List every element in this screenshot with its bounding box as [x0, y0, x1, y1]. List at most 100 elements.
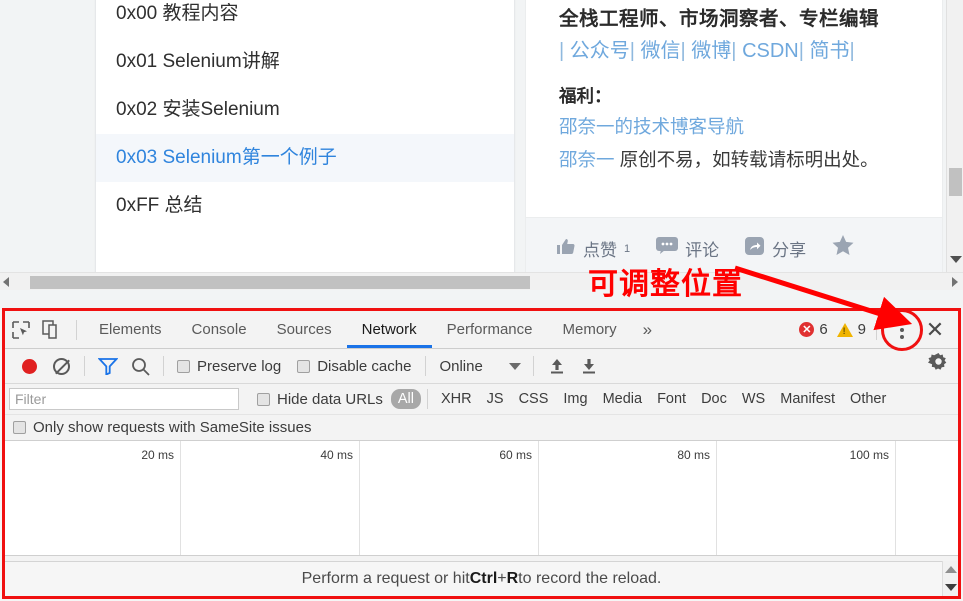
tab-performance[interactable]: Performance — [432, 311, 548, 348]
network-filter-row: Filter Hide data URLs All XHR JS CSS Img… — [5, 384, 958, 415]
resource-type-img[interactable]: Img — [556, 389, 594, 409]
warning-badge[interactable]: 9 — [836, 321, 866, 338]
annotation-highlight-circle — [881, 311, 923, 351]
comment-label: 评论 — [685, 241, 720, 260]
link-csdn[interactable]: CSDN — [742, 40, 799, 62]
preserve-log-label: Preserve log — [197, 357, 282, 375]
import-har-button[interactable] — [541, 351, 573, 381]
more-tabs-icon[interactable]: » — [632, 311, 663, 348]
scroll-up-arrow-icon[interactable] — [944, 566, 957, 574]
error-badge[interactable]: ✕ 6 — [799, 321, 828, 338]
comment-icon — [656, 237, 679, 260]
copyright-line: 邵奈一 原创不易，如转载请标明出处。 — [559, 143, 928, 176]
checkbox-box — [257, 392, 270, 406]
resource-type-js[interactable]: JS — [480, 389, 511, 409]
timeline-tick-label: 60 ms — [499, 448, 532, 462]
devtools-tabbar: Elements Console Sources Network Perform… — [5, 311, 958, 351]
resource-type-manifest[interactable]: Manifest — [773, 389, 842, 409]
filter-toggle-button[interactable] — [92, 351, 124, 381]
toolbar-divider — [76, 319, 77, 340]
resource-type-css[interactable]: CSS — [512, 389, 556, 409]
inspect-element-icon[interactable] — [5, 315, 37, 345]
resource-type-all[interactable]: All — [390, 389, 422, 409]
tab-elements[interactable]: Elements — [84, 311, 177, 348]
search-button[interactable] — [124, 351, 156, 381]
upload-icon — [550, 359, 563, 374]
scroll-left-arrow-icon[interactable] — [3, 277, 9, 287]
samesite-checkbox[interactable]: Only show requests with SameSite issues — [13, 419, 311, 436]
devtools-more-options-button[interactable] — [881, 311, 923, 351]
link-weibo[interactable]: 微博 — [691, 40, 731, 62]
resource-type-other[interactable]: Other — [843, 389, 893, 409]
page-vertical-scrollbar[interactable] — [946, 0, 963, 290]
welfare-label: 福利： — [559, 86, 612, 106]
star-icon — [832, 235, 854, 262]
link-weixin[interactable]: 微信 — [641, 40, 681, 62]
timeline-tick-label: 100 ms — [849, 448, 889, 462]
link-jianshu[interactable]: 简书 — [810, 40, 850, 62]
resource-type-doc[interactable]: Doc — [694, 389, 734, 409]
toolbar-divider — [876, 319, 877, 340]
resource-type-media[interactable]: Media — [596, 389, 650, 409]
link-separator: | — [629, 40, 635, 62]
toolbar-divider — [425, 356, 427, 376]
web-page-content: 0x00 教程内容 0x01 Selenium讲解 0x02 安装Seleniu… — [0, 0, 963, 308]
page-vertical-scrollbar-thumb[interactable] — [949, 168, 962, 196]
like-button[interactable]: 点赞 1 — [556, 236, 630, 261]
tab-network[interactable]: Network — [346, 311, 432, 348]
screenshot-root: 0x00 教程内容 0x01 Selenium讲解 0x02 安装Seleniu… — [0, 0, 963, 601]
resource-type-font[interactable]: Font — [650, 389, 693, 409]
hide-data-urls-label: Hide data URLs — [277, 390, 383, 408]
link-separator: | — [559, 40, 565, 62]
thumbs-up-icon — [556, 237, 576, 261]
preserve-log-checkbox[interactable]: Preserve log — [177, 358, 281, 375]
filter-icon — [98, 358, 118, 375]
scroll-right-arrow-icon[interactable] — [952, 277, 958, 287]
share-button[interactable]: 分享 — [745, 236, 806, 262]
toc-item[interactable]: 0x01 Selenium讲解 — [96, 38, 514, 86]
filter-input[interactable]: Filter — [9, 388, 239, 410]
link-separator: | — [798, 40, 804, 62]
profile-title: 全栈工程师、市场洞察者、专栏编辑 — [559, 8, 880, 30]
timeline-gridline — [716, 441, 717, 555]
tab-memory[interactable]: Memory — [548, 311, 632, 348]
favorite-button[interactable] — [832, 235, 854, 262]
export-har-button[interactable] — [573, 351, 605, 381]
devtools-vertical-scrollbar[interactable] — [942, 561, 958, 596]
comment-button[interactable]: 评论 — [656, 236, 719, 261]
timeline-tick-label: 80 ms — [677, 448, 710, 462]
link-gongzhonghao[interactable]: 公众号 — [570, 40, 630, 62]
page-horizontal-scrollbar[interactable] — [0, 272, 963, 290]
page-horizontal-scrollbar-thumb[interactable] — [30, 276, 530, 289]
timeline-gridline — [180, 441, 181, 555]
record-button[interactable] — [13, 351, 45, 381]
checkbox-box — [177, 359, 190, 373]
toc-item[interactable]: 0x00 教程内容 — [96, 0, 514, 38]
throttling-select[interactable]: Online — [439, 358, 521, 375]
checkbox-box — [297, 359, 311, 373]
resource-type-ws[interactable]: WS — [735, 389, 772, 409]
toc-item[interactable]: 0x02 安装Selenium — [96, 86, 514, 134]
timeline-tick-label: 40 ms — [320, 448, 353, 462]
tab-console[interactable]: Console — [177, 311, 262, 348]
timeline-gridline — [359, 441, 360, 555]
error-icon: ✕ — [799, 322, 815, 337]
resource-type-xhr[interactable]: XHR — [434, 389, 479, 409]
record-icon — [21, 358, 37, 374]
blog-nav-link[interactable]: 邵奈一的技术博客导航 — [559, 110, 928, 143]
disable-cache-checkbox[interactable]: Disable cache — [297, 358, 411, 375]
hide-data-urls-checkbox[interactable]: Hide data URLs — [257, 391, 383, 408]
timeline-gridline — [538, 441, 539, 555]
toc-item-active[interactable]: 0x03 Selenium第一个例子 — [96, 134, 514, 182]
network-settings-button[interactable] — [928, 352, 949, 380]
devtools-tabbar-right: ✕ 6 9 ✕ — [799, 311, 958, 351]
clear-button[interactable] — [45, 351, 77, 381]
tab-sources[interactable]: Sources — [262, 311, 347, 348]
toc-item[interactable]: 0xFF 总结 — [96, 182, 514, 230]
scroll-down-arrow-icon[interactable] — [944, 583, 957, 591]
scroll-down-arrow-icon[interactable] — [947, 251, 963, 268]
device-toolbar-icon[interactable] — [37, 315, 69, 345]
close-devtools-button[interactable]: ✕ — [920, 315, 950, 345]
timeline-gridline — [895, 441, 896, 555]
network-timeline-overview[interactable]: 20 ms 40 ms 60 ms 80 ms 100 ms — [5, 441, 958, 556]
